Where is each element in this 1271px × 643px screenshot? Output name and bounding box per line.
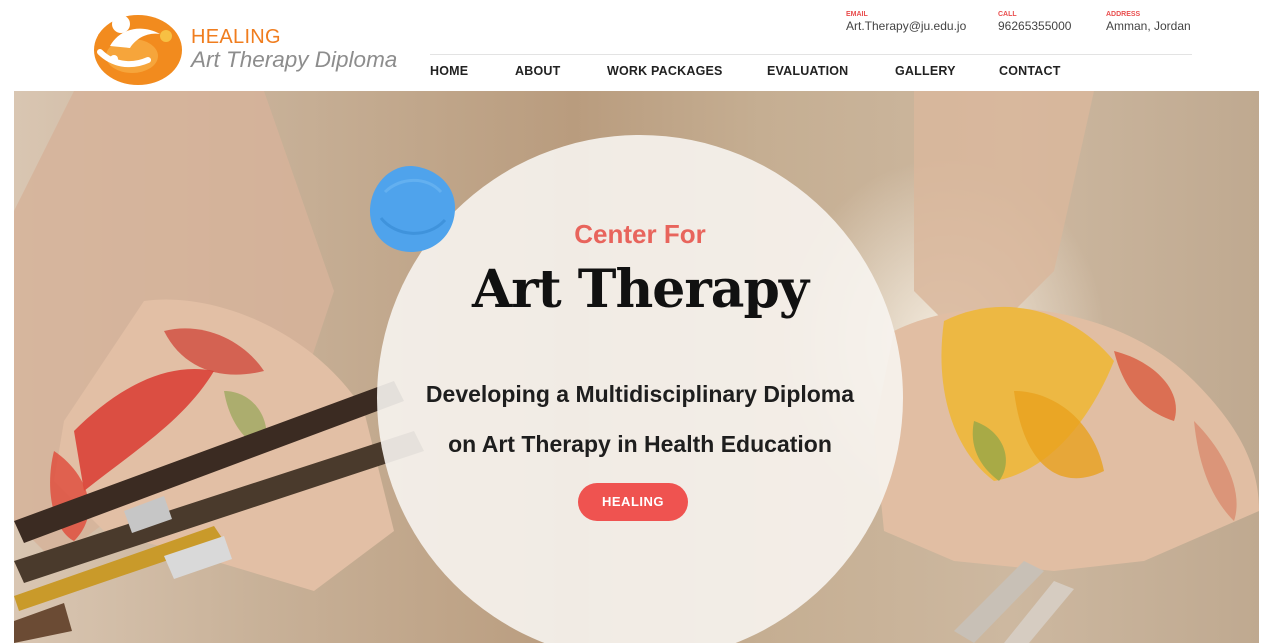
address-label: ADDRESS — [1106, 11, 1141, 18]
hero-subtitle-line1: Developing a Multidisciplinary Diploma — [425, 381, 855, 407]
nav-evaluation[interactable]: EVALUATION — [767, 64, 848, 78]
hero-banner: Center For Art Therapy Developing a Mult… — [14, 91, 1259, 643]
contact-email: EMAIL Art.Therapy@ju.edu.jo — [846, 11, 966, 33]
address-value: Amman, Jordan — [1106, 19, 1191, 33]
hero-subtitle-line2: on Art Therapy in Health Education — [448, 431, 832, 457]
hero-title: Art Therapy — [471, 259, 809, 320]
hero-subtitle: Developing a Multidisciplinary Diploma o… — [357, 369, 923, 469]
email-label: EMAIL — [846, 11, 868, 18]
nav-home[interactable]: HOME — [430, 64, 468, 78]
email-value[interactable]: Art.Therapy@ju.edu.jo — [846, 19, 966, 33]
healing-button[interactable]: HEALING — [578, 483, 688, 521]
contact-address: ADDRESS Amman, Jordan — [1106, 11, 1191, 33]
nav-about[interactable]: ABOUT — [515, 64, 560, 78]
main-nav: HOME ABOUT WORK PACKAGES EVALUATION GALL… — [0, 64, 1271, 82]
site-header: HEALING Art Therapy Diploma EMAIL Art.Th… — [0, 0, 1271, 91]
phone-value[interactable]: 96265355000 — [998, 19, 1071, 33]
contact-call: CALL 96265355000 — [998, 11, 1071, 33]
nav-work-packages[interactable]: WORK PACKAGES — [607, 64, 723, 78]
call-label: CALL — [998, 11, 1017, 18]
header-divider — [430, 54, 1192, 55]
logo-title: HEALING — [191, 26, 281, 48]
hero-eyebrow: Center For — [574, 219, 706, 249]
nav-gallery[interactable]: GALLERY — [895, 64, 956, 78]
nav-contact[interactable]: CONTACT — [999, 64, 1061, 78]
